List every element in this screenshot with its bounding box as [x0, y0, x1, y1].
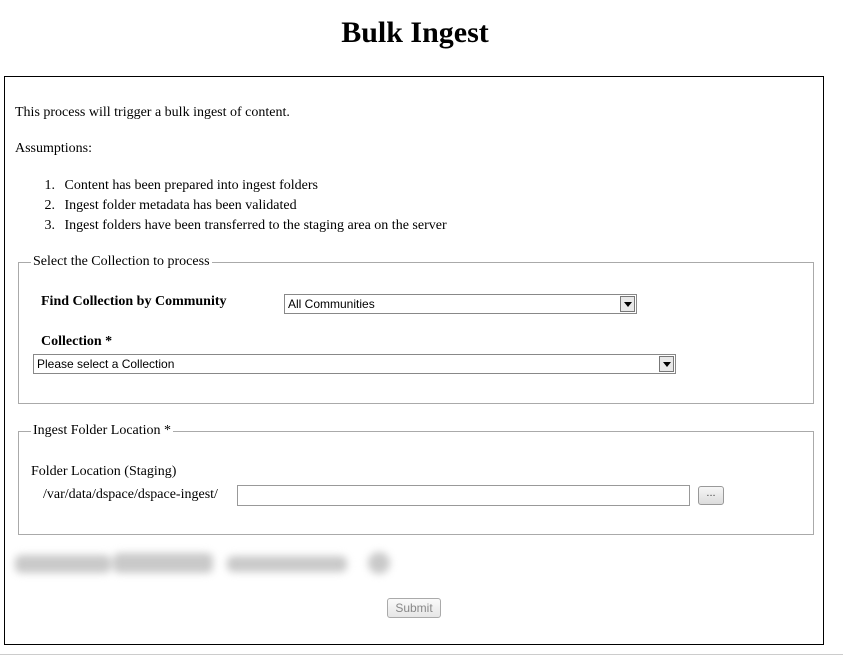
list-item-text: Ingest folder metadata has been validate…	[64, 198, 297, 213]
list-item-number: 3.	[44, 218, 56, 233]
folder-location-label: Folder Location (Staging)	[31, 464, 177, 479]
collection-select-value: Please select a Collection	[37, 357, 175, 371]
browse-button[interactable]: ...	[698, 486, 724, 505]
list-item-number: 1.	[44, 178, 56, 193]
submit-button[interactable]: Submit	[387, 598, 441, 618]
list-item: 2. Ingest folder metadata has been valid…	[15, 197, 447, 217]
community-select[interactable]: All Communities	[284, 294, 637, 314]
community-label: Find Collection by Community	[41, 294, 227, 309]
collection-fieldset: Select the Collection to process	[18, 254, 814, 404]
list-item: 3. Ingest folders have been transferred …	[15, 217, 447, 237]
chevron-down-icon[interactable]	[620, 296, 635, 312]
folder-location-input[interactable]	[237, 485, 690, 506]
page-divider	[0, 654, 843, 655]
collection-select[interactable]: Please select a Collection	[33, 354, 676, 374]
assumptions-list: 1. Content has been prepared into ingest…	[15, 177, 447, 237]
list-item-text: Content has been prepared into ingest fo…	[64, 178, 318, 193]
ingest-form-panel: This process will trigger a bulk ingest …	[4, 76, 824, 645]
folder-path-prefix: /var/data/dspace/dspace-ingest/	[43, 487, 218, 502]
list-item-number: 2.	[44, 198, 56, 213]
list-item: 1. Content has been prepared into ingest…	[15, 177, 447, 197]
folder-fieldset-legend: Ingest Folder Location *	[33, 423, 172, 438]
redacted-area	[13, 547, 393, 581]
collection-label: Collection *	[41, 334, 113, 349]
community-select-value: All Communities	[288, 297, 375, 311]
assumptions-label: Assumptions:	[15, 141, 93, 156]
collection-fieldset-legend: Select the Collection to process	[33, 254, 210, 269]
intro-text: This process will trigger a bulk ingest …	[15, 105, 290, 120]
chevron-down-icon[interactable]	[659, 356, 674, 372]
list-item-text: Ingest folders have been transferred to …	[64, 218, 447, 233]
page-title: Bulk Ingest	[341, 16, 489, 49]
